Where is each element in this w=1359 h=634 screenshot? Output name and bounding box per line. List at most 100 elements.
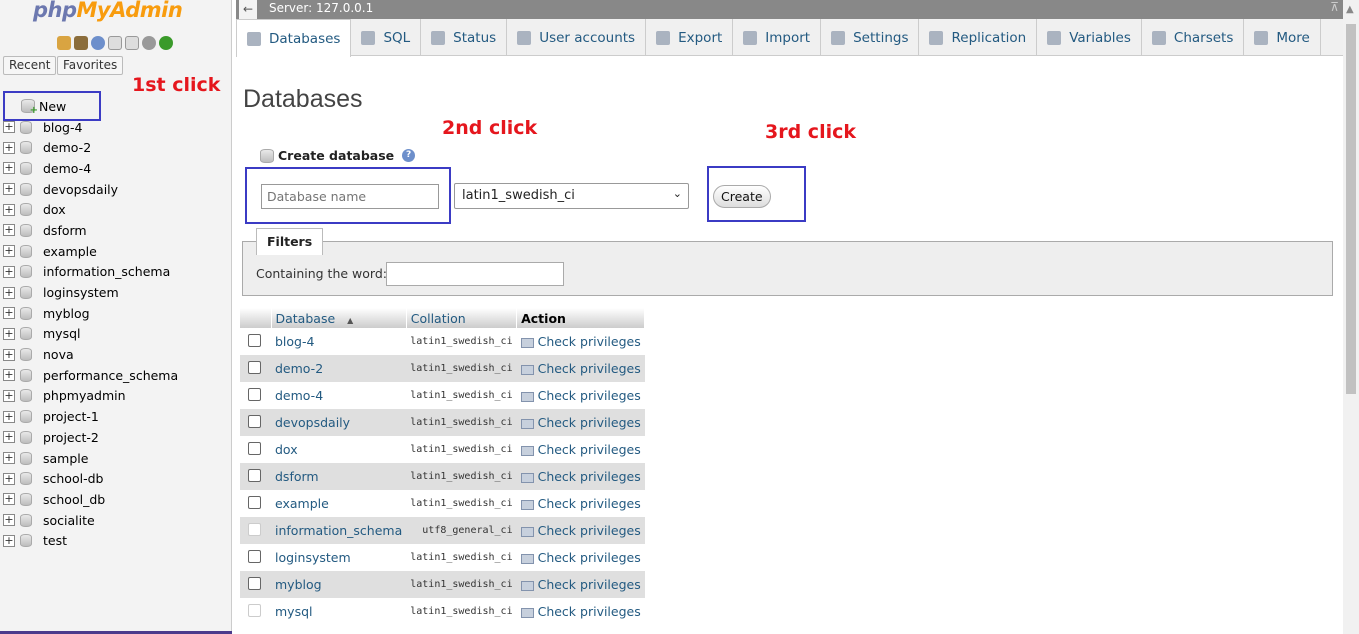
row-checkbox[interactable]	[248, 577, 261, 590]
action-cell[interactable]: Check privileges	[517, 355, 645, 382]
database-name-cell[interactable]: blog-4	[271, 328, 406, 355]
home-icon[interactable]	[57, 36, 71, 50]
expand-plus-icon[interactable]: +	[3, 245, 15, 257]
tree-item-label[interactable]: example	[43, 244, 97, 259]
action-cell[interactable]: Check privileges	[517, 463, 645, 490]
tree-item-database[interactable]: + project-1	[3, 406, 228, 427]
tree-item-label[interactable]: blog-4	[43, 120, 82, 135]
action-cell[interactable]: Check privileges	[517, 571, 645, 598]
tree-item-label[interactable]: project-1	[43, 409, 99, 424]
expand-plus-icon[interactable]: +	[3, 349, 15, 361]
expand-plus-icon[interactable]: +	[3, 431, 15, 443]
database-header-label[interactable]: Database	[276, 311, 336, 326]
scroll-up-icon[interactable]: ▲	[1346, 4, 1356, 15]
tree-item-label[interactable]: information_schema	[43, 264, 170, 279]
docs-icon[interactable]	[108, 36, 122, 50]
expand-plus-icon[interactable]: +	[3, 452, 15, 464]
check-privileges-link[interactable]: Check privileges	[538, 388, 641, 403]
row-checkbox[interactable]	[248, 469, 261, 482]
tree-item-label[interactable]: sample	[43, 451, 88, 466]
reload-icon[interactable]	[159, 36, 173, 50]
check-privileges-link[interactable]: Check privileges	[538, 469, 641, 484]
tree-item-database[interactable]: + dox	[3, 199, 228, 220]
expand-plus-icon[interactable]: +	[3, 328, 15, 340]
favorites-button[interactable]: Favorites	[57, 56, 123, 75]
expand-plus-icon[interactable]: +	[3, 266, 15, 278]
action-cell[interactable]: Check privileges	[517, 382, 645, 409]
expand-plus-icon[interactable]: +	[3, 224, 15, 236]
expand-plus-icon[interactable]: +	[3, 514, 15, 526]
row-checkbox[interactable]	[248, 388, 261, 401]
expand-plus-icon[interactable]: +	[3, 411, 15, 423]
tree-item-database[interactable]: +project-2	[3, 427, 228, 448]
expand-plus-icon[interactable]: +	[3, 142, 15, 154]
tree-item-label[interactable]: test	[43, 533, 67, 548]
tree-item-database[interactable]: +devopsdaily	[3, 179, 228, 200]
tab-variables[interactable]: Variables	[1037, 19, 1142, 56]
tree-item-label[interactable]: socialite	[43, 513, 95, 528]
expand-plus-icon[interactable]: +	[3, 535, 15, 547]
scrollbar[interactable]: ▲	[1343, 0, 1359, 634]
query-window-icon[interactable]	[125, 36, 139, 50]
tree-item-label[interactable]: dsform	[43, 223, 87, 238]
database-name-cell[interactable]: loginsystem	[271, 544, 406, 571]
action-cell[interactable]: Check privileges	[517, 598, 645, 625]
tab-more[interactable]: More	[1244, 19, 1320, 56]
tab-sql[interactable]: SQL	[351, 19, 421, 56]
check-privileges-link[interactable]: Check privileges	[538, 523, 641, 538]
database-name-cell[interactable]: dox	[271, 436, 406, 463]
database-name-cell[interactable]: dsform	[271, 463, 406, 490]
expand-plus-icon[interactable]: +	[3, 183, 15, 195]
tree-item-label[interactable]: phpmyadmin	[43, 388, 126, 403]
expand-plus-icon[interactable]: +	[3, 121, 15, 133]
tree-item-label[interactable]: loginsystem	[43, 285, 119, 300]
tree-item-database[interactable]: + information_schema	[3, 262, 228, 283]
tree-item-database[interactable]: +demo-4	[3, 158, 228, 179]
row-checkbox[interactable]	[248, 415, 261, 428]
expand-plus-icon[interactable]: +	[3, 204, 15, 216]
tree-item-database[interactable]: +phpmyadmin	[3, 386, 228, 407]
tree-item-label[interactable]: nova	[43, 347, 74, 362]
help-icon[interactable]: ?	[402, 149, 415, 162]
action-cell[interactable]: Check privileges	[517, 544, 645, 571]
expand-plus-icon[interactable]: +	[3, 369, 15, 381]
expand-plus-icon[interactable]: +	[3, 473, 15, 485]
collation-column-header[interactable]: Collation	[406, 308, 516, 328]
gear-icon[interactable]	[142, 36, 156, 50]
tree-item-database[interactable]: +performance_schema	[3, 365, 228, 386]
database-name-cell[interactable]: information_schema	[271, 517, 406, 544]
database-column-header[interactable]: Database ▲	[271, 308, 406, 328]
tab-replication[interactable]: Replication	[919, 19, 1037, 56]
database-name-cell[interactable]: devopsdaily	[271, 409, 406, 436]
row-checkbox[interactable]	[248, 496, 261, 509]
tree-item-label[interactable]: dox	[43, 202, 66, 217]
expand-plus-icon[interactable]: +	[3, 162, 15, 174]
check-privileges-link[interactable]: Check privileges	[538, 550, 641, 565]
tree-item-database[interactable]: + test	[3, 530, 228, 551]
server-breadcrumb[interactable]: Server: 127.0.0.1	[269, 1, 373, 15]
tree-item-label[interactable]: school_db	[43, 492, 105, 507]
tab-status[interactable]: Status	[421, 19, 507, 56]
tab-databases[interactable]: Databases	[236, 19, 351, 57]
logout-icon[interactable]	[74, 36, 88, 50]
row-checkbox[interactable]	[248, 550, 261, 563]
database-name-cell[interactable]: demo-2	[271, 355, 406, 382]
expand-plus-icon[interactable]: +	[3, 287, 15, 299]
tree-item-database[interactable]: +demo-2	[3, 137, 228, 158]
check-privileges-link[interactable]: Check privileges	[538, 415, 641, 430]
collation-select[interactable]: latin1_swedish_ci ⌄	[454, 183, 689, 209]
check-privileges-link[interactable]: Check privileges	[538, 442, 641, 457]
collapse-nav-arrow-icon[interactable]: ←	[239, 0, 257, 19]
database-name-cell[interactable]: demo-4	[271, 382, 406, 409]
tree-item-database[interactable]: +school-db	[3, 468, 228, 489]
check-privileges-link[interactable]: Check privileges	[538, 577, 641, 592]
row-checkbox[interactable]	[248, 442, 261, 455]
action-cell[interactable]: Check privileges	[517, 436, 645, 463]
tree-item-database[interactable]: +mysql	[3, 324, 228, 345]
filter-word-input[interactable]	[386, 262, 564, 286]
check-privileges-link[interactable]: Check privileges	[538, 361, 641, 376]
action-cell[interactable]: Check privileges	[517, 328, 645, 355]
tab-charsets[interactable]: Charsets	[1142, 19, 1244, 56]
tree-item-database[interactable]: + nova	[3, 344, 228, 365]
collapse-top-icon[interactable]: ⊼	[1330, 0, 1339, 14]
